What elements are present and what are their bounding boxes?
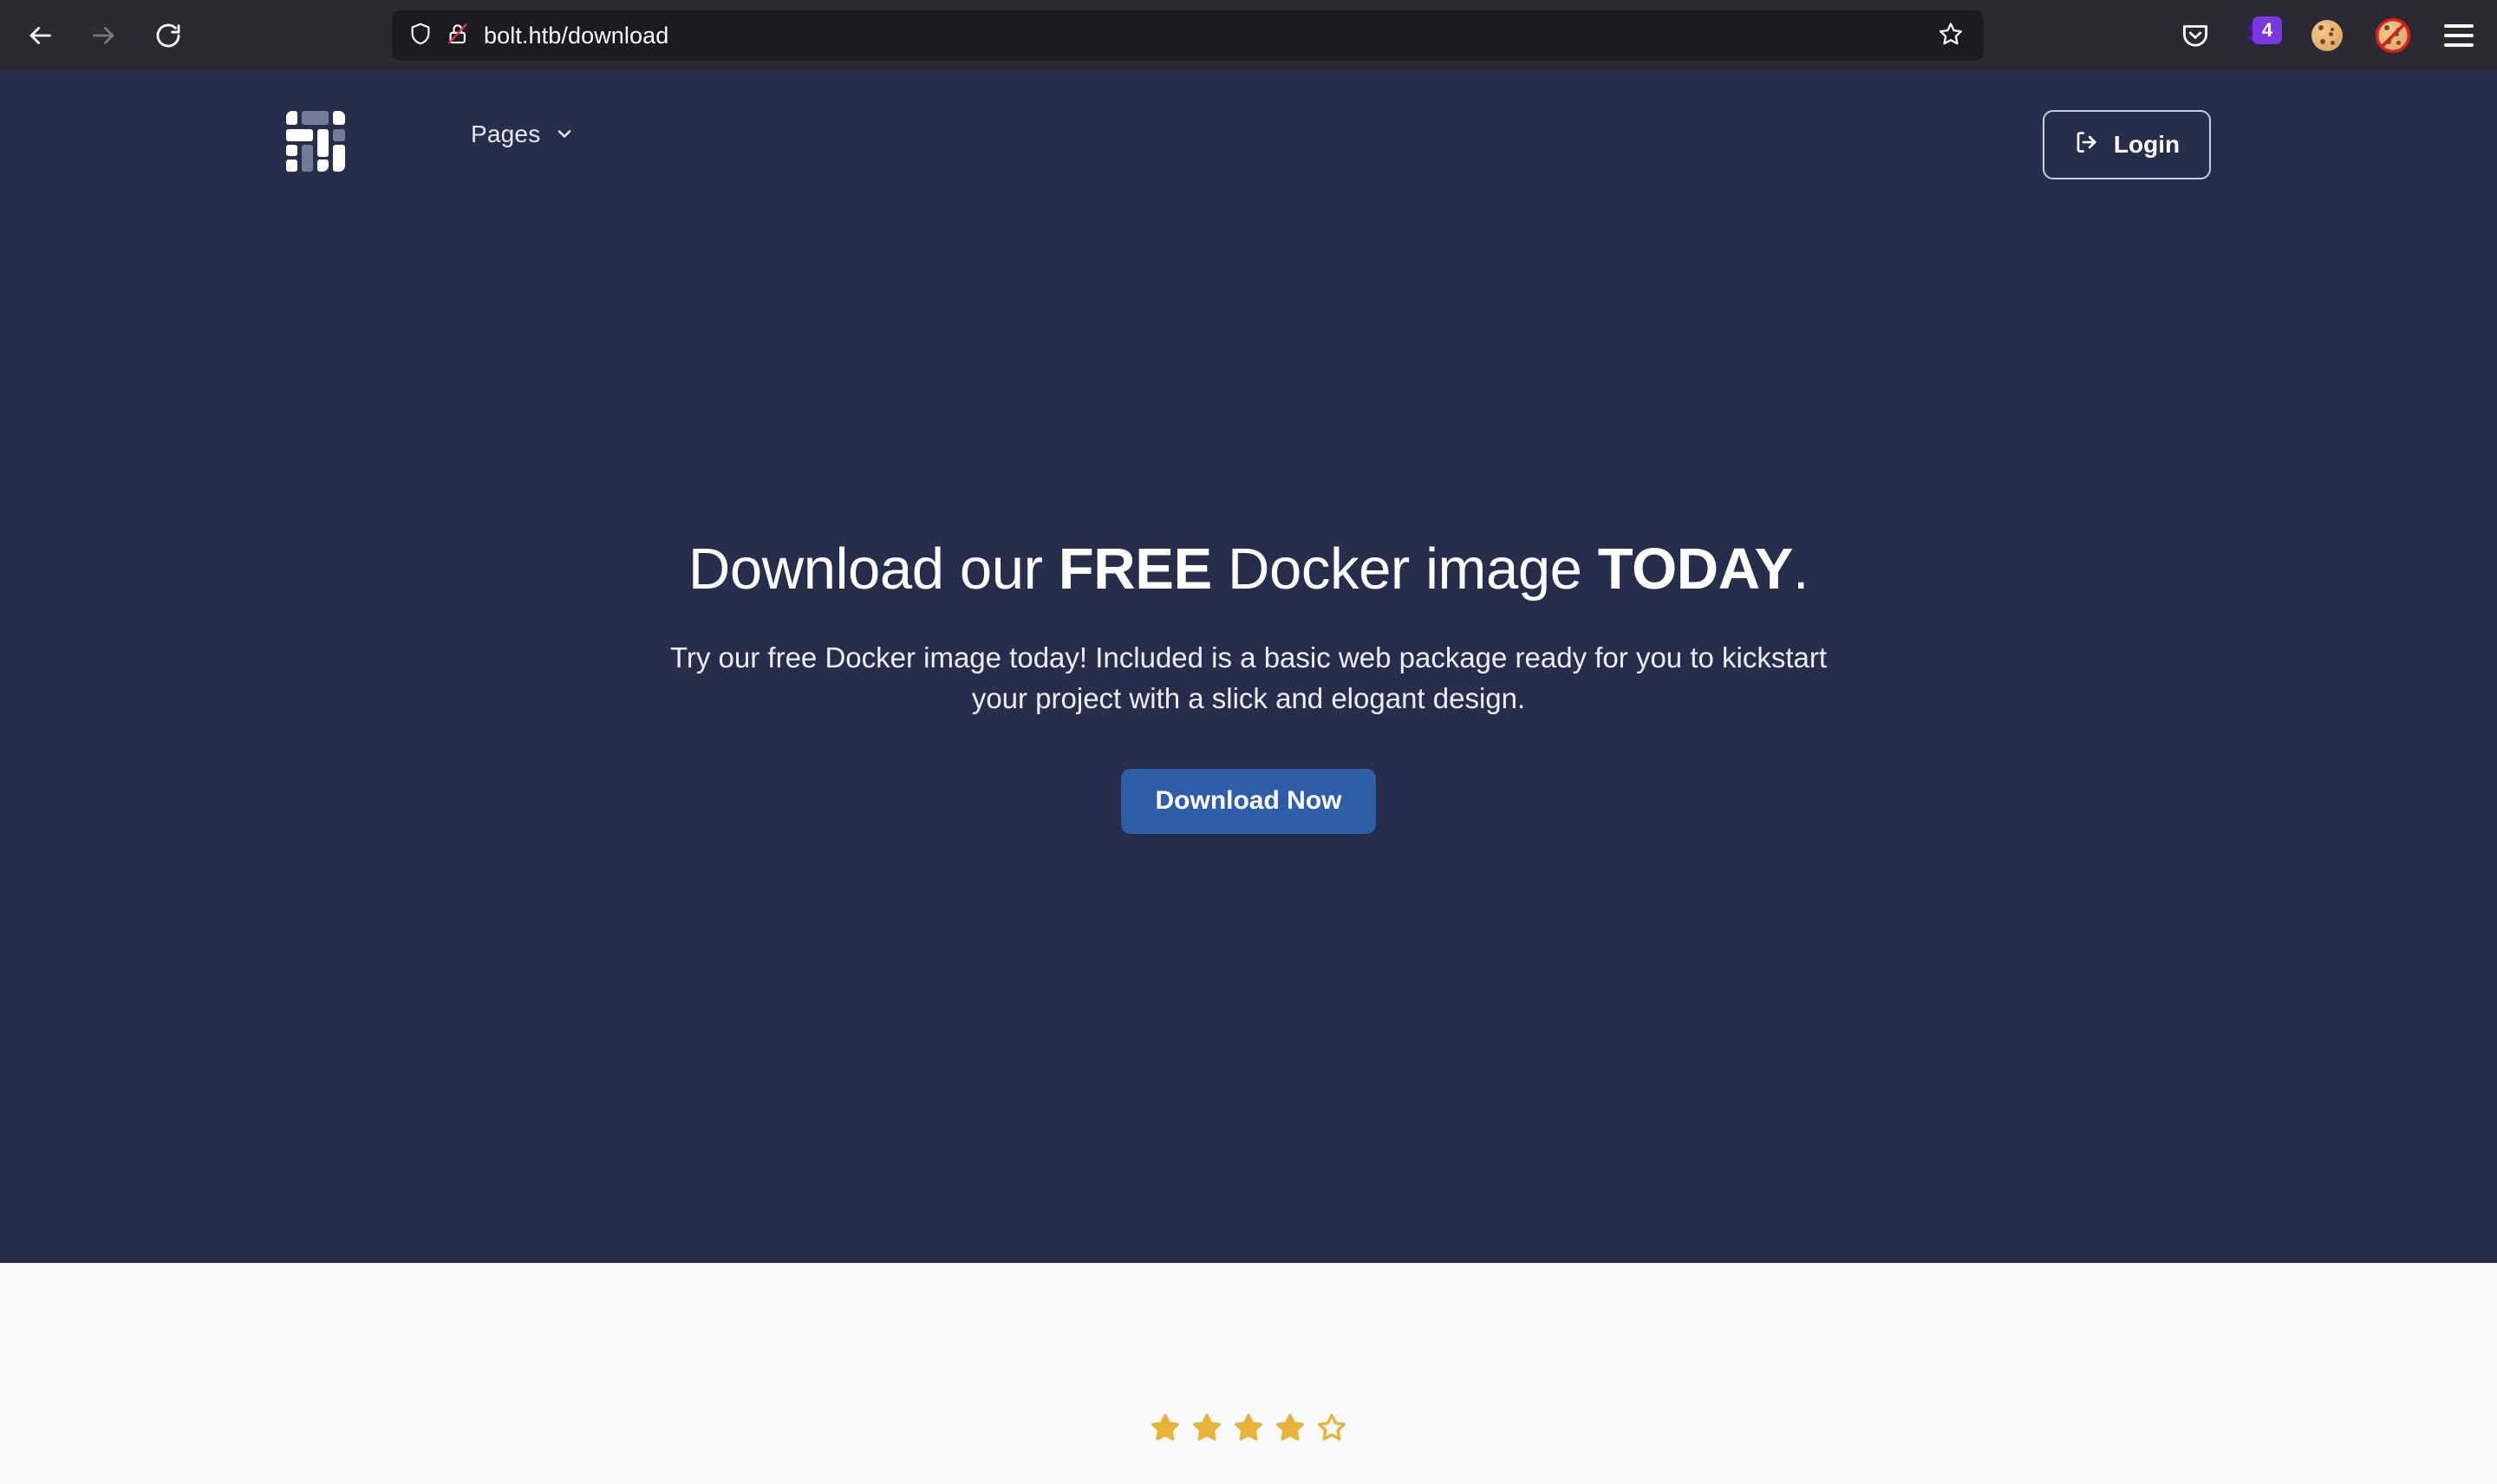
back-button[interactable] xyxy=(12,8,68,63)
hero-title-part3: . xyxy=(1792,537,1809,602)
browser-toolbar-right: 4 xyxy=(2173,0,2481,71)
star-rating xyxy=(0,1412,2497,1446)
shield-icon[interactable] xyxy=(407,21,434,51)
hero-content: Download our FREE Docker image TODAY. Tr… xyxy=(0,71,2497,1263)
browser-nav-buttons xyxy=(12,8,196,63)
hero-title-strong-today: TODAY xyxy=(1597,537,1794,602)
cookie-glyph-icon xyxy=(2311,20,2343,51)
browser-chrome: bolt.htb/download 4 xyxy=(0,0,2497,71)
star-filled-icon xyxy=(1151,1412,1180,1446)
url-bar-indicators xyxy=(407,21,472,51)
cookie-blocked-icon[interactable] xyxy=(2370,13,2416,58)
star-outline-icon xyxy=(1317,1412,1346,1446)
hero-title-strong-free: FREE xyxy=(1058,537,1212,602)
hero-title-part2: Docker image xyxy=(1211,537,1598,602)
star-filled-icon xyxy=(1192,1412,1222,1446)
reload-button[interactable] xyxy=(140,8,196,63)
page-title: Download our FREE Docker image TODAY. xyxy=(688,537,1809,602)
extension-badge-count: 4 xyxy=(2253,16,2282,44)
star-filled-icon xyxy=(1275,1412,1305,1446)
url-bar[interactable]: bolt.htb/download xyxy=(392,10,1984,61)
lock-crossed-icon[interactable] xyxy=(446,21,472,51)
reviews-section xyxy=(0,1263,2497,1484)
hero-title-part1: Download our xyxy=(688,537,1059,602)
download-now-button[interactable]: Download Now xyxy=(1120,768,1377,834)
hamburger-bars xyxy=(2444,24,2474,47)
star-filled-icon xyxy=(1234,1412,1263,1446)
cookie-icon[interactable] xyxy=(2305,13,2350,58)
hero-section: Pages Login Download our FREE Docker ima… xyxy=(0,71,2497,1263)
arrow-right-icon xyxy=(89,21,119,50)
bookmark-button[interactable] xyxy=(1932,16,1970,55)
no-entry-overlay-icon xyxy=(2370,13,2416,58)
forward-button[interactable] xyxy=(76,8,132,63)
extension-layers-icon[interactable]: 4 xyxy=(2239,13,2284,58)
pocket-icon[interactable] xyxy=(2173,13,2218,58)
page-viewport: Pages Login Download our FREE Docker ima… xyxy=(0,71,2497,1484)
url-text[interactable]: bolt.htb/download xyxy=(484,23,668,49)
hamburger-menu-icon[interactable] xyxy=(2436,13,2481,58)
arrow-left-icon xyxy=(25,21,55,50)
star-outline-icon xyxy=(1937,20,1965,52)
hero-subtitle: Try our free Docker image today! Include… xyxy=(669,641,1828,714)
reload-icon xyxy=(153,21,183,50)
